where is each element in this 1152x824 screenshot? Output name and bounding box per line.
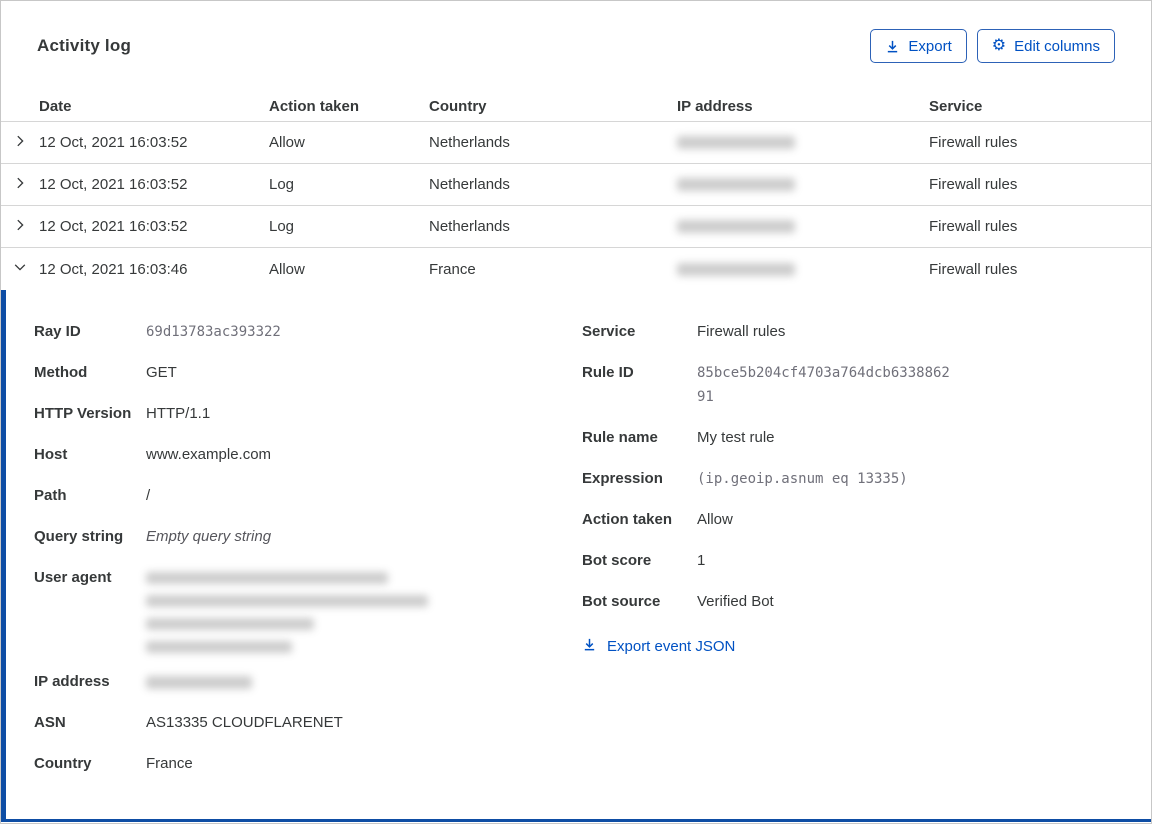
chevron-right-icon bbox=[13, 134, 27, 152]
gear-icon: ⚙ bbox=[991, 37, 1007, 54]
bot-source-value: Verified Bot bbox=[697, 593, 774, 610]
table-row[interactable]: 12 Oct, 2021 16:03:52 Log Netherlands Fi… bbox=[1, 206, 1151, 248]
http-version-value: HTTP/1.1 bbox=[146, 405, 211, 422]
download-icon bbox=[582, 637, 597, 656]
expand-row-button[interactable] bbox=[1, 176, 39, 194]
detail-field-query-string: Query string Empty query string bbox=[34, 525, 582, 549]
row-country: France bbox=[429, 260, 476, 278]
row-ip-redacted bbox=[677, 136, 929, 149]
chevron-right-icon bbox=[13, 176, 27, 194]
table-row[interactable]: 12 Oct, 2021 16:03:52 Allow Netherlands … bbox=[1, 122, 1151, 164]
edit-columns-button-label: Edit columns bbox=[1014, 37, 1100, 55]
rule-id-value: 85bce5b204cf4703a764dcb633886291 bbox=[697, 365, 950, 405]
column-header-ip-address: IP address bbox=[677, 97, 753, 115]
collapse-row-button[interactable] bbox=[1, 260, 39, 278]
chevron-right-icon bbox=[13, 218, 27, 236]
row-country: Netherlands bbox=[429, 218, 510, 235]
method-value: GET bbox=[146, 364, 177, 381]
detail-field-http-version: HTTP Version HTTP/1.1 bbox=[34, 402, 582, 426]
column-header-service: Service bbox=[929, 97, 983, 115]
detail-field-ip-address: IP address bbox=[34, 670, 582, 694]
column-header-action-taken: Action taken bbox=[269, 97, 360, 115]
header: Activity log Export ⚙ Edit columns bbox=[1, 1, 1151, 91]
export-button[interactable]: Export bbox=[870, 29, 967, 63]
column-header-country: Country bbox=[429, 97, 487, 115]
detail-field-method: Method GET bbox=[34, 361, 582, 385]
detail-field-path: Path / bbox=[34, 484, 582, 508]
row-service: Firewall rules bbox=[929, 134, 1018, 151]
toolbar: Export ⚙ Edit columns bbox=[870, 29, 1115, 63]
chevron-down-icon bbox=[13, 260, 27, 278]
row-date: 12 Oct, 2021 16:03:46 bbox=[39, 260, 188, 278]
detail-field-bot-source: Bot source Verified Bot bbox=[582, 590, 1151, 614]
row-action: Log bbox=[269, 176, 295, 193]
row-country: Netherlands bbox=[429, 134, 510, 151]
asn-value: AS13335 CLOUDFLARENET bbox=[146, 714, 343, 731]
detail-field-host: Host www.example.com bbox=[34, 443, 582, 467]
user-agent-redacted bbox=[146, 566, 428, 653]
row-service: Firewall rules bbox=[929, 218, 1018, 235]
service-value: Firewall rules bbox=[697, 323, 786, 340]
event-detail-panel: Ray ID 69d13783ac393322 Method GET HTTP … bbox=[1, 290, 1151, 822]
edit-columns-button[interactable]: ⚙ Edit columns bbox=[976, 29, 1115, 63]
bot-score-value: 1 bbox=[697, 552, 706, 569]
query-string-value: Empty query string bbox=[146, 528, 272, 545]
row-action: Log bbox=[269, 218, 295, 235]
path-value: / bbox=[146, 487, 151, 504]
row-action: Allow bbox=[269, 260, 305, 278]
detail-field-user-agent: User agent bbox=[34, 566, 582, 653]
host-value: www.example.com bbox=[146, 446, 272, 463]
detail-left-column: Ray ID 69d13783ac393322 Method GET HTTP … bbox=[34, 320, 582, 819]
row-service: Firewall rules bbox=[929, 176, 1018, 193]
page-title: Activity log bbox=[37, 36, 132, 55]
action-taken-value: Allow bbox=[697, 511, 733, 528]
row-ip-redacted bbox=[677, 262, 929, 276]
row-country: Netherlands bbox=[429, 176, 510, 193]
column-header-date: Date bbox=[39, 97, 72, 115]
row-date: 12 Oct, 2021 16:03:52 bbox=[39, 134, 188, 151]
table-header: Date Action taken Country IP address Ser… bbox=[1, 91, 1151, 122]
export-event-json-link[interactable]: Export event JSON bbox=[582, 637, 735, 656]
download-icon bbox=[885, 39, 900, 54]
ip-address-redacted bbox=[146, 670, 252, 694]
detail-field-ray-id: Ray ID 69d13783ac393322 bbox=[34, 320, 582, 344]
activity-log-panel: Activity log Export ⚙ Edit columns Date … bbox=[0, 0, 1152, 824]
table-row-expanded[interactable]: 12 Oct, 2021 16:03:46 Allow France Firew… bbox=[1, 248, 1151, 290]
detail-field-rule-id: Rule ID 85bce5b204cf4703a764dcb633886291 bbox=[582, 361, 1151, 409]
row-date: 12 Oct, 2021 16:03:52 bbox=[39, 218, 188, 235]
export-button-label: Export bbox=[908, 37, 952, 55]
row-ip-redacted bbox=[677, 178, 929, 191]
row-date: 12 Oct, 2021 16:03:52 bbox=[39, 176, 188, 193]
detail-field-bot-score: Bot score 1 bbox=[582, 549, 1151, 573]
row-action: Allow bbox=[269, 134, 305, 151]
expand-row-button[interactable] bbox=[1, 134, 39, 152]
detail-field-service: Service Firewall rules bbox=[582, 320, 1151, 344]
row-service: Firewall rules bbox=[929, 260, 1018, 278]
detail-field-expression: Expression (ip.geoip.asnum eq 13335) bbox=[582, 467, 1151, 491]
detail-field-action-taken: Action taken Allow bbox=[582, 508, 1151, 532]
expression-value: (ip.geoip.asnum eq 13335) bbox=[697, 471, 908, 487]
country-value: France bbox=[146, 755, 193, 772]
export-event-json-label: Export event JSON bbox=[607, 638, 736, 655]
detail-field-country: Country France bbox=[34, 752, 582, 776]
detail-field-rule-name: Rule name My test rule bbox=[582, 426, 1151, 450]
rule-name-value: My test rule bbox=[697, 429, 775, 446]
detail-field-asn: ASN AS13335 CLOUDFLARENET bbox=[34, 711, 582, 735]
ray-id-value: 69d13783ac393322 bbox=[146, 324, 281, 340]
row-ip-redacted bbox=[677, 220, 929, 233]
expand-row-button[interactable] bbox=[1, 218, 39, 236]
detail-right-column: Service Firewall rules Rule ID 85bce5b20… bbox=[582, 320, 1151, 819]
table-row[interactable]: 12 Oct, 2021 16:03:52 Log Netherlands Fi… bbox=[1, 164, 1151, 206]
